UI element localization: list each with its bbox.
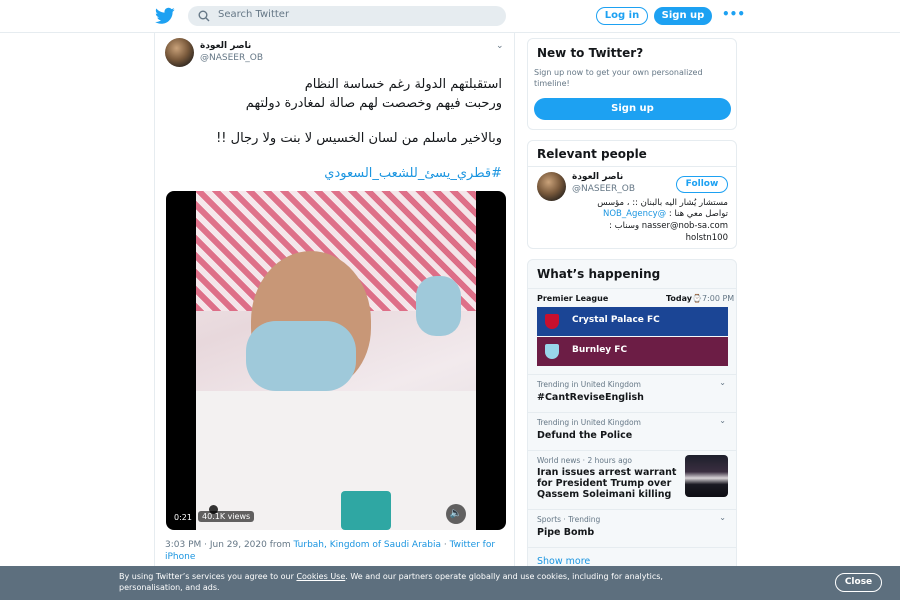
- whats-happening-card: What’s happening Premier League Today⌚7:…: [527, 259, 737, 579]
- card-title: New to Twitter?: [537, 46, 644, 60]
- search-placeholder: Search Twitter: [218, 9, 290, 20]
- close-button[interactable]: Close: [835, 573, 882, 592]
- signup-button[interactable]: Sign up: [534, 98, 731, 120]
- bio-mention-link[interactable]: @NOB_Agency: [603, 209, 666, 219]
- card-title: What’s happening: [537, 267, 661, 281]
- bio-line: تواصل معي هنا : @NOB_Agency: [603, 209, 728, 219]
- cookie-text-before: By using Twitter’s services you agree to…: [119, 572, 294, 581]
- search-icon: [198, 10, 210, 22]
- trend-title: #CantReviseEnglish: [537, 392, 644, 403]
- cookie-text: By using Twitter’s services you agree to…: [119, 571, 729, 593]
- team-name: Crystal Palace FC: [572, 315, 660, 325]
- trend-item[interactable]: Sports · Trending Pipe Bomb ⌄: [528, 509, 736, 547]
- card-title: Relevant people: [537, 147, 647, 161]
- bio-line-text: تواصل معي هنا :: [668, 209, 728, 219]
- news-thumbnail[interactable]: [685, 455, 728, 497]
- author-name[interactable]: ناصر العودة: [200, 41, 251, 51]
- trend-title: Defund the Police: [537, 430, 633, 441]
- author-handle[interactable]: @NASEER_OB: [200, 53, 263, 63]
- video-scene: [246, 321, 356, 391]
- divider: [528, 547, 736, 548]
- trend-item[interactable]: Trending in United Kingdom #CantReviseEn…: [528, 374, 736, 412]
- login-button[interactable]: Log in: [596, 7, 648, 25]
- event-league: Premier League: [537, 294, 609, 303]
- trend-context: Trending in United Kingdom: [537, 418, 641, 427]
- person-name[interactable]: ناصر العودة: [572, 172, 623, 182]
- trend-item[interactable]: Trending in United Kingdom Defund the Po…: [528, 412, 736, 450]
- trend-context: Sports · Trending: [537, 515, 601, 524]
- trend-title: Pipe Bomb: [537, 527, 595, 538]
- chevron-down-icon[interactable]: ⌄: [719, 378, 726, 387]
- chevron-down-icon[interactable]: ⌄: [719, 513, 726, 522]
- hashtag-link[interactable]: #قطري_يسئ_للشعب_السعودي: [324, 166, 502, 181]
- divider: [528, 166, 736, 167]
- team-name: Burnley FC: [572, 345, 628, 355]
- video-scene: [341, 491, 391, 530]
- tweet-text-line: ورحبت فيهم وخصصت لهم صالة لمغادرة دولتهم: [245, 96, 502, 111]
- relevant-people-card: Relevant people ناصر العودة @NASEER_OB F…: [527, 140, 737, 249]
- person-handle[interactable]: @NASEER_OB: [572, 184, 635, 194]
- team-crest-icon: [545, 314, 559, 329]
- bio-line: مستشار يُشار اليه بالبنان :: ، مؤسس: [597, 198, 728, 208]
- tweet-text-line: استقبلتهم الدولة رغم خساسة النظام: [304, 77, 502, 92]
- trend-title: Iran issues arrest warrant for President…: [537, 467, 677, 500]
- trend-context: Trending in United Kingdom: [537, 380, 641, 389]
- divider: [528, 288, 736, 289]
- tweet-detail: ناصر العودة @NASEER_OB ⌄ استقبلتهم الدول…: [154, 33, 515, 573]
- avatar[interactable]: [165, 38, 194, 67]
- meta-separator: ·: [443, 540, 447, 550]
- bio-line: nasser@nob-sa.com وسناب :: [609, 221, 728, 231]
- top-nav-bar: Search Twitter Log in Sign up •••: [0, 0, 900, 33]
- twitter-bird-icon[interactable]: [155, 7, 175, 25]
- bio-line: holstn100: [685, 233, 728, 243]
- video-frame: [196, 191, 476, 530]
- follow-button[interactable]: Follow: [676, 176, 728, 193]
- tweet-meta: 3:03 PM · Jun 29, 2020 from Turbah, King…: [165, 539, 510, 563]
- cookies-use-link[interactable]: Cookies Use: [296, 572, 345, 581]
- trend-context: World news · 2 hours ago: [537, 456, 633, 465]
- tweet-timestamp: 3:03 PM · Jun 29, 2020 from: [165, 540, 291, 550]
- location-link[interactable]: Turbah, Kingdom of Saudi Arabia: [294, 540, 442, 550]
- new-to-twitter-card: New to Twitter? Sign up now to get your …: [527, 38, 737, 130]
- event-day: Today: [666, 294, 692, 303]
- tweet-text-line: وبالاخير ماسلم من لسان الخسيس لا بنت ولا…: [216, 131, 502, 146]
- card-subtitle: Sign up now to get your own personalized…: [534, 68, 703, 88]
- video-time: 0:21: [174, 513, 192, 522]
- team-row[interactable]: Burnley FC: [537, 337, 728, 366]
- video-player[interactable]: 0:21 40.1K views 🔈: [166, 191, 506, 530]
- chevron-down-icon[interactable]: ⌄: [719, 416, 726, 425]
- team-crest-icon: [545, 344, 559, 359]
- video-scene: [196, 391, 476, 530]
- video-scene: [416, 276, 461, 336]
- team-row[interactable]: Crystal Palace FC: [537, 307, 728, 336]
- chevron-down-icon[interactable]: ⌄: [496, 41, 504, 51]
- signup-button[interactable]: Sign up: [654, 7, 712, 25]
- event-time: Today⌚7:00 PM: [666, 294, 734, 303]
- avatar[interactable]: [537, 172, 566, 201]
- volume-icon[interactable]: 🔈: [446, 504, 466, 524]
- event-clock: ⌚7:00 PM: [691, 294, 735, 303]
- cookie-banner: By using Twitter’s services you agree to…: [0, 566, 900, 600]
- more-options-icon[interactable]: •••: [722, 7, 745, 21]
- search-input[interactable]: Search Twitter: [188, 6, 506, 26]
- video-views: 40.1K views: [198, 511, 255, 522]
